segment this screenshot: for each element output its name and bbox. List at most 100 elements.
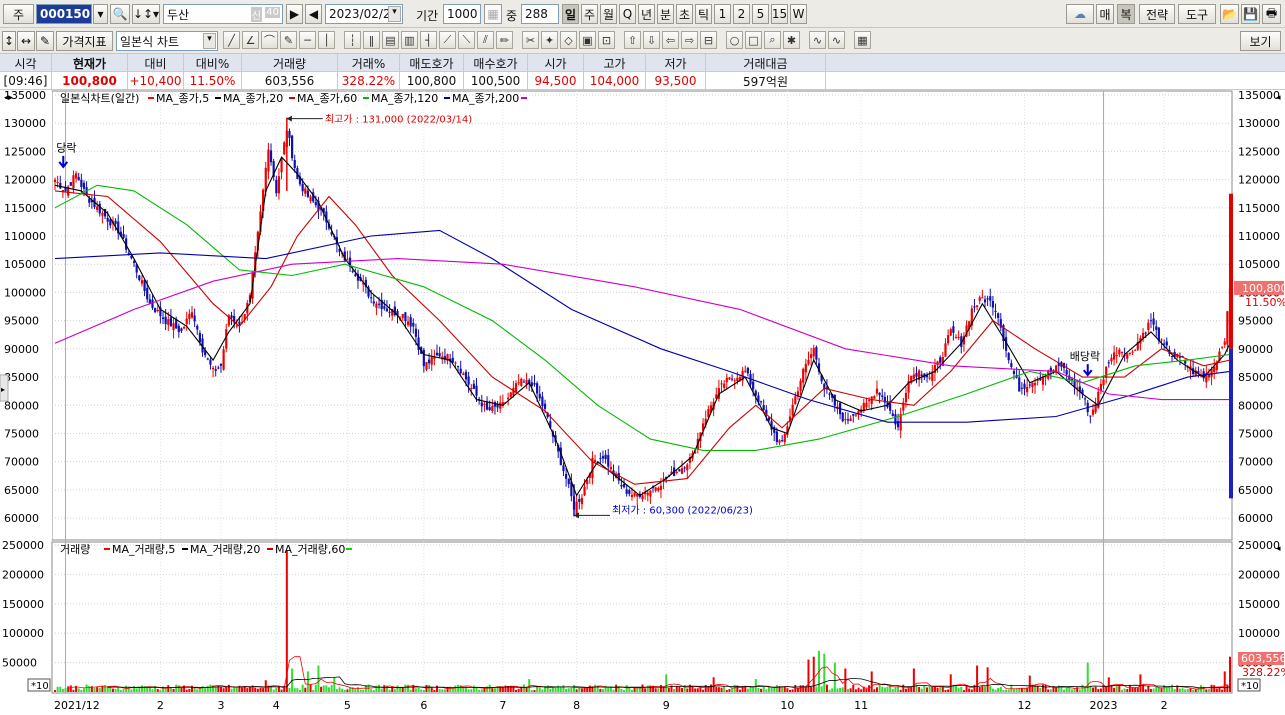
volume-bar	[894, 687, 897, 692]
draw-tool-button-3[interactable]: ✎	[280, 31, 297, 49]
side-collapse-icon: ▸	[1, 385, 5, 394]
period-input[interactable]: 1000	[443, 4, 481, 24]
candle-body	[870, 396, 873, 405]
draw-tool-button-7[interactable]: ‖	[363, 31, 380, 49]
right-button-3[interactable]: 도구	[1178, 4, 1216, 24]
draw-tool-button-5[interactable]: │	[318, 31, 335, 49]
interval-button-4[interactable]: 년	[638, 4, 655, 24]
draw-tool-button-19[interactable]: ⊡	[598, 31, 615, 49]
chart-area[interactable]: 60000 60000 65000 65000 70000 70000 75000 75000…	[0, 89, 1285, 712]
right-button-0[interactable]: 매	[1096, 4, 1114, 24]
up-down-button[interactable]: ↕	[2, 31, 16, 51]
print-button[interactable]: 🖶	[1262, 4, 1281, 24]
draw-tool-button-21[interactable]: ⇩	[643, 31, 660, 49]
draw-tool-button-9[interactable]: ▥	[401, 31, 418, 49]
view-button[interactable]: 보기	[1240, 31, 1281, 51]
candle-body	[646, 492, 649, 496]
calendar-dropdown-icon[interactable]: ▾	[388, 6, 401, 22]
candle-body	[293, 160, 296, 169]
draw-tool-button-22[interactable]: ⇦	[662, 31, 679, 49]
volume-bar	[1099, 688, 1102, 692]
date-input[interactable]: 2023/02/27 ▾	[325, 4, 403, 24]
volume-bar	[414, 688, 417, 692]
draw-tool-button-26[interactable]: □	[745, 31, 762, 49]
chart-type-select[interactable]: 주	[3, 4, 34, 24]
sort-button[interactable]: ↓↕▾	[132, 4, 160, 24]
right-button-1[interactable]: 복	[1117, 4, 1135, 24]
volume-bar	[854, 689, 857, 692]
draw-tool-button-23[interactable]: ⇨	[681, 31, 698, 49]
stock-code-input[interactable]: 000150	[36, 4, 92, 24]
draw-tool-button-16[interactable]: ✦	[541, 31, 558, 49]
draw-tool-button-25[interactable]: ○	[726, 31, 743, 49]
interval-button-1[interactable]: 주	[581, 4, 598, 24]
chart-type-dropdown[interactable]: 일본식 차트 ▾	[116, 31, 218, 51]
right-button-label: 전략	[1145, 7, 1169, 22]
draw-tool-button-17[interactable]: ◇	[560, 31, 577, 49]
draw-tool-button-4[interactable]: ─	[299, 31, 316, 49]
candle-body	[759, 401, 763, 403]
interval-button-5[interactable]: 분	[657, 4, 674, 24]
draw-tool-button-6[interactable]: ┆	[344, 31, 361, 49]
draw-tool-button-2[interactable]: ⌒	[261, 31, 278, 49]
draw-tool-button-12[interactable]: ⟍	[458, 31, 475, 49]
draw-tool-button-27[interactable]: ⌕	[764, 31, 781, 49]
interval-button-12[interactable]: W	[790, 4, 807, 24]
volume-bar	[723, 686, 726, 692]
draw-tool-button-24[interactable]: ⊟	[700, 31, 717, 49]
folder-button[interactable]: 📂	[1220, 4, 1239, 24]
interval-button-9[interactable]: 2	[733, 4, 750, 24]
indicator-button[interactable]: 가격지표	[56, 31, 113, 51]
left-right-button[interactable]: ↔	[17, 31, 35, 51]
stock-name-field[interactable]: 두산 신 40	[163, 4, 283, 24]
interval-button-2[interactable]: 월	[600, 4, 617, 24]
draw-tool-button-10[interactable]: ┤	[420, 31, 437, 49]
volume-bar	[686, 688, 689, 692]
draw-tool-button-0[interactable]: ╱	[223, 31, 240, 49]
interval-button-8[interactable]: 1	[714, 4, 731, 24]
draw-tool-button-8[interactable]: ▤	[382, 31, 399, 49]
interval-button-11[interactable]: 15	[771, 4, 788, 24]
interval-button-10[interactable]: 5	[752, 4, 769, 24]
draw-tool-button-20[interactable]: ⇧	[624, 31, 641, 49]
draw-tool-button-13[interactable]: ⫽	[477, 31, 494, 49]
candle-body	[641, 495, 644, 500]
next-button[interactable]: ▶	[286, 4, 303, 24]
draw-tool-button-11[interactable]: ⟋	[439, 31, 456, 49]
draw-tool-button-15[interactable]: ✂	[522, 31, 539, 49]
cloud-button[interactable]: ☁	[1066, 4, 1094, 24]
draw-tool-button-1[interactable]: ∠	[242, 31, 259, 49]
interval-button-3[interactable]: Q	[619, 4, 636, 24]
volume-bar	[77, 688, 80, 692]
interval-button-6[interactable]: 초	[676, 4, 693, 24]
volume-bar	[1210, 684, 1213, 692]
scale-label-right: *10	[1241, 681, 1259, 692]
code-dropdown-button[interactable]: ▾	[93, 4, 108, 24]
candle-body	[989, 296, 992, 301]
prev-button[interactable]: ◀	[305, 4, 322, 24]
right-button-2[interactable]: 전략	[1139, 4, 1175, 24]
volume-bar	[133, 686, 136, 692]
draw-tool-button-14[interactable]: ✏	[496, 31, 513, 49]
volume-bar	[1207, 689, 1210, 692]
save-button[interactable]: 💾	[1241, 4, 1260, 24]
draw-tool-button-30[interactable]: ∿	[828, 31, 845, 49]
volume-bar	[1215, 688, 1218, 692]
volume-bar	[636, 687, 639, 692]
candle-body	[114, 220, 117, 224]
interval-label: 분	[659, 7, 672, 22]
chevron-down-icon[interactable]: ▾	[203, 33, 216, 49]
draw-tool-button-18[interactable]: ▣	[579, 31, 596, 49]
draw-tool-button-28[interactable]: ✱	[783, 31, 800, 49]
volume-bar	[1221, 689, 1224, 692]
volume-bar	[346, 689, 349, 692]
edit-button[interactable]: ✎	[36, 31, 54, 51]
draw-tool-button-29[interactable]: ∿	[809, 31, 826, 49]
search-button[interactable]: 🔍	[110, 4, 130, 24]
interval-button-0[interactable]: 일	[562, 4, 579, 24]
interval-button-7[interactable]: 틱	[695, 4, 712, 24]
draw-tool-button-31[interactable]: ▦	[854, 31, 871, 49]
candle-body	[975, 305, 979, 307]
period-grid-button[interactable]: ▦	[484, 4, 502, 24]
mid-input[interactable]: 288	[521, 4, 559, 24]
